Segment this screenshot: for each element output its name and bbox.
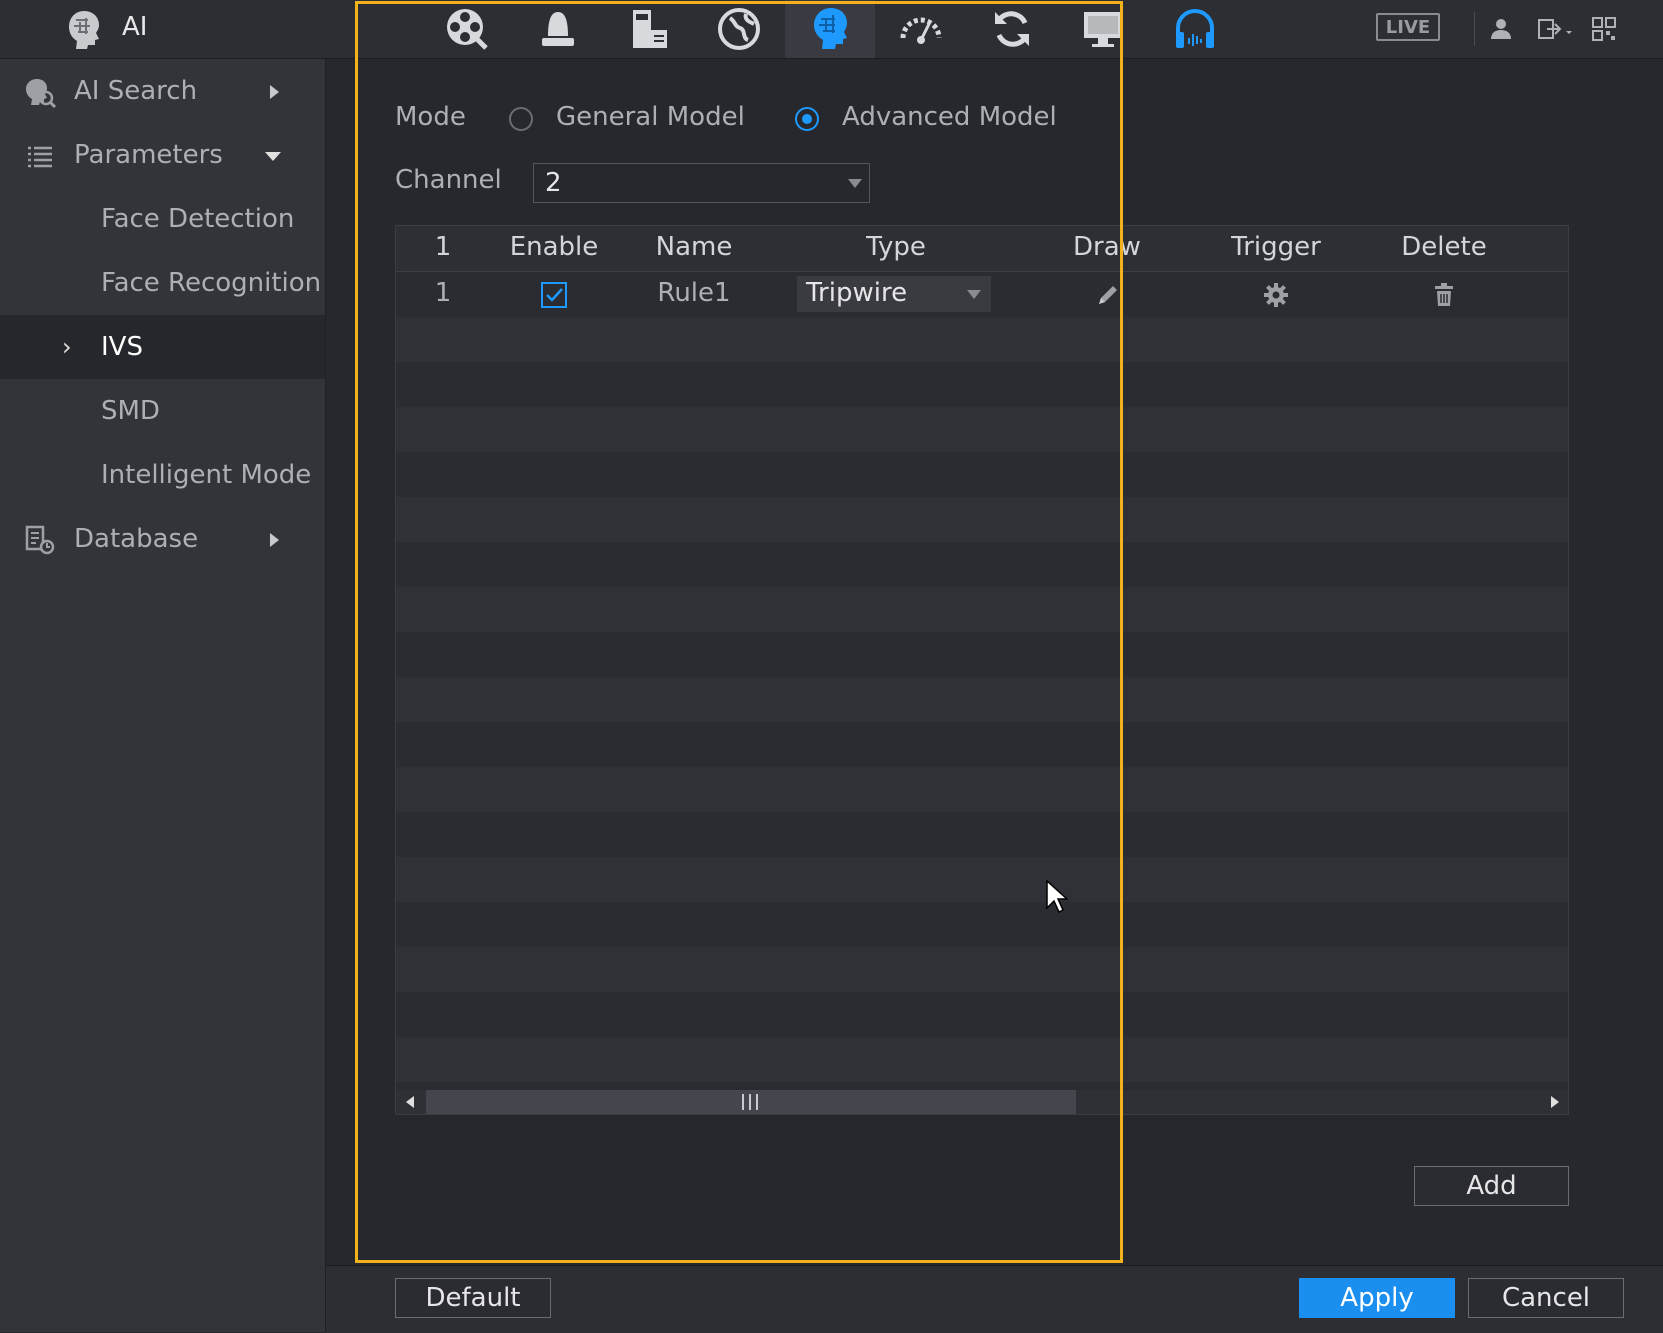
sidebar-item-label: SMD	[101, 396, 160, 426]
general-model-label[interactable]: General Model	[556, 102, 745, 132]
live-button[interactable]: LIVE	[1376, 13, 1440, 41]
table-row[interactable]: 1 Rule1 Tripwire	[396, 272, 1568, 317]
table-row-empty	[396, 452, 1568, 497]
type-select[interactable]: Tripwire	[797, 276, 991, 312]
sidebar-item-face-detection[interactable]: Face Detection	[0, 187, 325, 251]
alarm-icon[interactable]	[513, 0, 603, 58]
table-header: 1 Enable Name Type Draw Trigger Delete	[396, 226, 1568, 272]
column-header-trigger: Trigger	[1231, 232, 1321, 262]
mode-label: Mode	[395, 102, 466, 132]
draw-pencil-icon[interactable]	[1096, 283, 1120, 307]
rule-name[interactable]: Rule1	[657, 278, 730, 308]
table-row-empty	[396, 767, 1568, 812]
checkmark-icon	[546, 288, 563, 302]
row-index: 1	[434, 278, 452, 308]
delete-trash-icon[interactable]	[1433, 283, 1455, 307]
enable-checkbox[interactable]	[541, 282, 567, 308]
default-button[interactable]: Default	[395, 1278, 551, 1318]
performance-icon[interactable]	[876, 0, 966, 58]
caret-right-icon	[270, 85, 279, 99]
sidebar: AI Search Parameters Face Detection Face…	[0, 59, 326, 1332]
toolbar-divider	[1474, 12, 1475, 46]
sidebar-item-database[interactable]: Database	[0, 507, 325, 571]
table-row-empty	[396, 587, 1568, 632]
table-row-empty	[396, 1037, 1568, 1082]
column-header-draw: Draw	[1073, 232, 1141, 262]
sidebar-item-ai-search[interactable]: AI Search	[0, 59, 325, 123]
chevron-down-icon	[967, 290, 981, 299]
network-icon[interactable]	[694, 0, 784, 58]
apply-button[interactable]: Apply	[1299, 1278, 1455, 1318]
general-model-radio[interactable]	[509, 107, 533, 131]
channel-label: Channel	[395, 165, 502, 195]
maintenance-icon[interactable]	[967, 0, 1057, 58]
playback-icon[interactable]	[422, 0, 512, 58]
table-row-empty	[396, 722, 1568, 767]
table-row-empty	[396, 947, 1568, 992]
sidebar-item-label: Database	[74, 524, 199, 554]
table-row-empty	[396, 677, 1568, 722]
qr-code-icon[interactable]	[1589, 14, 1619, 44]
list-icon	[28, 146, 52, 168]
sidebar-item-label: AI Search	[74, 76, 198, 106]
chevron-down-icon	[848, 179, 862, 188]
table-row-empty	[396, 362, 1568, 407]
sidebar-item-label: IVS	[101, 332, 143, 362]
sidebar-item-intelligent-mode[interactable]: Intelligent Mode	[0, 443, 325, 507]
audio-icon[interactable]	[1150, 0, 1240, 58]
sidebar-item-label: Face Detection	[101, 204, 295, 234]
advanced-model-radio[interactable]	[795, 107, 819, 131]
table-row-empty	[396, 812, 1568, 857]
cancel-button[interactable]: Cancel	[1468, 1278, 1624, 1318]
column-header-index: 1	[434, 232, 452, 262]
display-icon[interactable]	[1058, 0, 1148, 58]
database-icon	[25, 525, 55, 555]
logout-icon[interactable]	[1536, 14, 1576, 44]
caret-down-icon	[265, 152, 281, 161]
trigger-gear-icon[interactable]	[1263, 282, 1289, 308]
rules-table: 1 Enable Name Type Draw Trigger Delete 1…	[395, 225, 1569, 1115]
sidebar-item-label: Face Recognition	[101, 268, 322, 298]
table-row-empty	[396, 857, 1568, 902]
ai-search-icon	[26, 79, 56, 108]
sidebar-item-ivs[interactable]: › IVS	[0, 315, 325, 379]
user-icon[interactable]	[1486, 14, 1516, 44]
sidebar-item-label: Parameters	[74, 140, 223, 170]
chevron-right-icon: ›	[62, 333, 72, 361]
operation-icon[interactable]	[604, 0, 694, 58]
scroll-right-icon[interactable]	[1550, 1096, 1560, 1108]
table-row-empty	[396, 632, 1568, 677]
column-header-delete: Delete	[1401, 232, 1487, 262]
horizontal-scrollbar[interactable]	[396, 1090, 1568, 1114]
caret-right-icon	[270, 533, 279, 547]
mouse-cursor-icon	[1046, 880, 1068, 914]
type-value: Tripwire	[806, 278, 908, 308]
grip-icon	[742, 1094, 758, 1110]
sidebar-item-smd[interactable]: SMD	[0, 379, 325, 443]
column-header-name: Name	[655, 232, 733, 262]
add-button[interactable]: Add	[1414, 1166, 1569, 1206]
table-row-empty	[396, 992, 1568, 1037]
scroll-left-icon[interactable]	[405, 1096, 415, 1108]
table-row-empty	[396, 317, 1568, 362]
sidebar-item-parameters[interactable]: Parameters	[0, 123, 325, 187]
app-title: AI	[122, 12, 148, 42]
sidebar-item-label: Intelligent Mode	[101, 460, 312, 490]
channel-select[interactable]: 2	[533, 163, 870, 203]
column-header-enable: Enable	[509, 232, 599, 262]
top-bar: AI LIVE	[0, 0, 1663, 59]
column-header-type: Type	[866, 232, 926, 262]
table-row-empty	[396, 542, 1568, 587]
ai-head-logo-icon	[69, 11, 99, 49]
channel-value: 2	[545, 168, 562, 198]
table-row-empty	[396, 407, 1568, 452]
sidebar-item-face-recognition[interactable]: Face Recognition	[0, 251, 325, 315]
scrollbar-thumb[interactable]	[426, 1090, 1076, 1114]
advanced-model-label[interactable]: Advanced Model	[842, 102, 1057, 132]
table-row-empty	[396, 497, 1568, 542]
table-row-empty	[396, 902, 1568, 947]
ai-icon[interactable]	[785, 0, 875, 58]
